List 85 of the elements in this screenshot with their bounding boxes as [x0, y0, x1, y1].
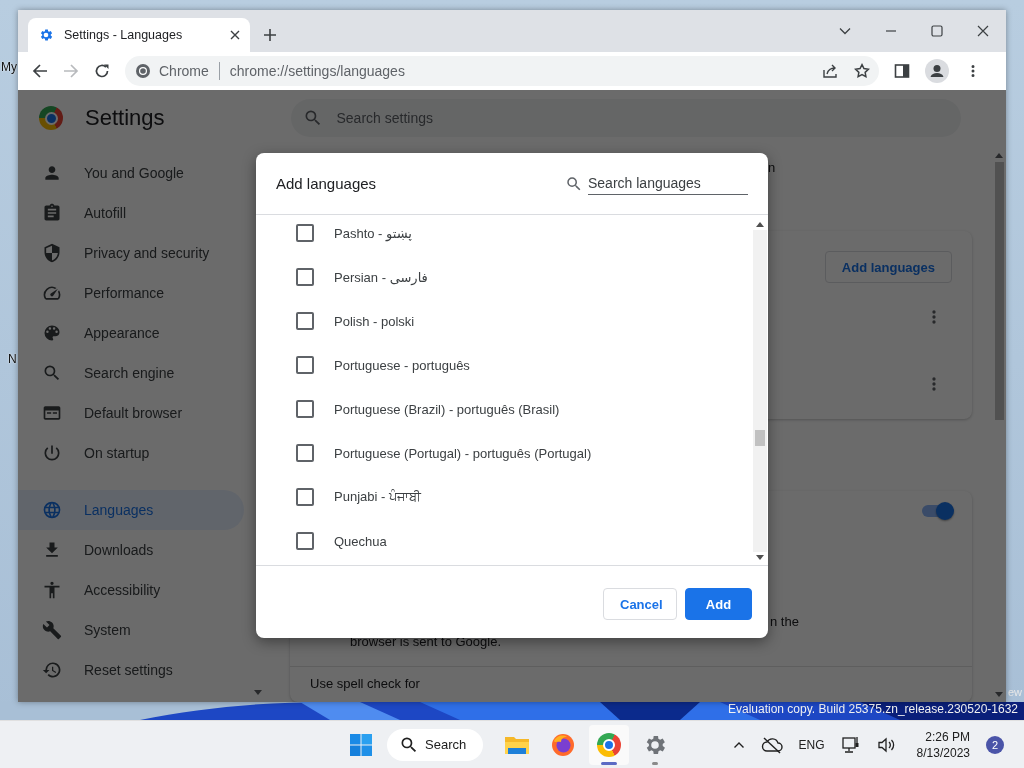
reload-icon[interactable] [94, 63, 110, 79]
search-field[interactable]: Search settings [290, 99, 961, 137]
desktop-icon-label[interactable]: N [8, 352, 17, 366]
browser-tab[interactable]: Settings - Languages [28, 18, 250, 52]
address-bar[interactable]: Chrome chrome://settings/languages [125, 56, 879, 86]
sidebar-item[interactable]: On startup [18, 433, 244, 473]
toggle-switch[interactable] [922, 505, 952, 518]
language-label: Quechua [334, 533, 387, 549]
desktop-icon-label[interactable]: My [1, 60, 17, 74]
windows-start-icon[interactable] [349, 732, 373, 757]
checkbox[interactable] [296, 532, 314, 550]
taskbar-search[interactable]: Search [387, 728, 483, 761]
checkbox[interactable] [296, 488, 314, 506]
palette-icon [42, 323, 62, 343]
globe-icon [42, 500, 62, 520]
description-text: browser is sent to Google. [350, 634, 503, 652]
accessibility-icon [42, 580, 62, 600]
search-icon [42, 363, 62, 383]
dialog-title: Add languages [276, 175, 378, 192]
history-icon [42, 660, 62, 680]
maximize-icon[interactable] [930, 24, 944, 38]
clock[interactable]: 2:26 PM 8/13/2023 [916, 728, 970, 761]
checkbox[interactable] [296, 268, 314, 286]
scrollbar-thumb[interactable] [755, 430, 765, 446]
description-text: n [768, 160, 777, 176]
power-icon [42, 443, 62, 463]
language-indicator[interactable]: ENG [798, 737, 825, 752]
search-field[interactable]: Search languages [588, 172, 748, 195]
sidebar-item[interactable]: Appearance [18, 313, 244, 353]
checkbox[interactable] [296, 356, 314, 374]
description-text: n the [770, 614, 800, 632]
shield-icon [42, 243, 62, 263]
sidebar-item[interactable]: Default browser [18, 393, 244, 433]
scroll-down-arrow-icon[interactable] [756, 555, 764, 561]
language-label: Portuguese - português [334, 357, 470, 373]
share-icon[interactable] [821, 62, 839, 80]
settings-title: Settings [85, 105, 165, 131]
side-panel-icon[interactable] [894, 63, 910, 79]
add-languages-button[interactable]: Add languages [824, 251, 952, 284]
speaker-icon[interactable] [876, 735, 895, 754]
sidebar-item[interactable]: Accessibility [18, 570, 244, 610]
language-label: Portuguese (Brazil) - português (Brasil) [334, 401, 560, 417]
language-label: Punjabi - ਪੰਜਾਬੀ [334, 489, 421, 505]
clipboard-icon [42, 203, 62, 223]
scroll-up-arrow-icon[interactable] [756, 221, 764, 227]
search-icon [565, 174, 583, 193]
sidebar-item[interactable]: Languages [18, 490, 244, 530]
checkbox[interactable] [296, 400, 314, 418]
cloud-off-icon[interactable] [760, 735, 783, 754]
checkbox[interactable] [296, 312, 314, 330]
sidebar-item[interactable]: System [18, 610, 244, 650]
close-icon[interactable] [230, 30, 240, 40]
sidebar-item[interactable]: Search engine [18, 353, 244, 393]
wrench-icon [42, 620, 62, 640]
tab-title: Settings - Languages [64, 28, 184, 42]
sidebar-item[interactable]: Downloads [18, 530, 244, 570]
language-label: Portuguese (Portugal) - português (Portugal) [334, 445, 592, 461]
star-icon[interactable] [853, 62, 871, 80]
language-label: Pashto - پښتو [334, 225, 412, 241]
language-label: Polish - polski [334, 313, 415, 329]
profile-avatar-icon[interactable] [925, 59, 949, 83]
site-chip-text: Chrome [159, 63, 209, 79]
plus-icon[interactable] [263, 28, 277, 42]
language-label: Persian - فارسی [334, 269, 428, 285]
add-button[interactable]: Add [685, 588, 752, 620]
sidebar-item[interactable]: Performance [18, 273, 244, 313]
close-icon[interactable] [976, 24, 990, 38]
browser-window-icon [42, 403, 62, 423]
url-text: chrome://settings/languages [229, 63, 405, 79]
checkbox[interactable] [296, 444, 314, 462]
checkbox[interactable] [296, 224, 314, 242]
sidebar-item[interactable]: You and Google [18, 153, 244, 193]
watermark-text: Evaluation copy. Build 25375.zn_release.230520-1632 [728, 702, 1018, 716]
gear-icon [38, 27, 54, 43]
desktop-text: ew [1007, 686, 1022, 698]
sidebar-item[interactable]: Autofill [18, 193, 244, 233]
back-arrow-icon[interactable] [32, 63, 48, 79]
network-icon[interactable] [840, 734, 861, 755]
speedometer-icon [42, 283, 62, 303]
cancel-button[interactable]: Cancel [603, 588, 677, 620]
sidebar-item[interactable]: Privacy and security [18, 233, 244, 273]
sidebar-item[interactable]: Reset settings [18, 650, 244, 690]
scrollbar-thumb[interactable] [995, 162, 1004, 420]
notification-badge[interactable]: 2 [986, 735, 1004, 754]
setting-label: Use spell check for [309, 675, 421, 692]
